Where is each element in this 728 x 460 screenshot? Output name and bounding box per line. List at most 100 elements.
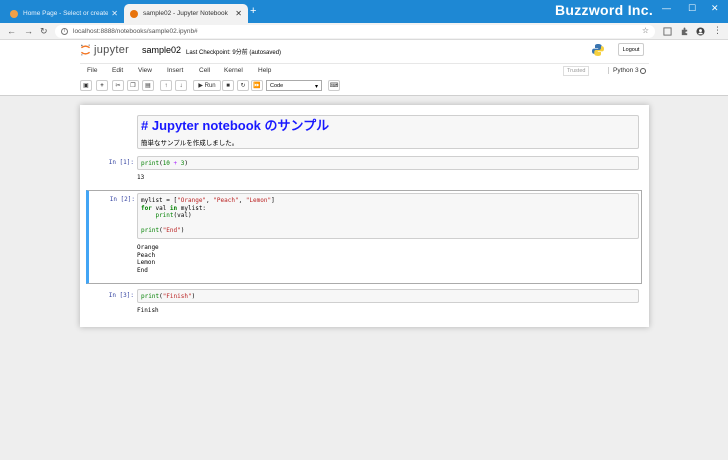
- bookmark-star-icon[interactable]: ☆: [642, 26, 649, 35]
- code-editor[interactable]: mylist = ["Orange", "Peach", "Lemon"] fo…: [137, 193, 639, 239]
- code-token: mylist: [141, 197, 163, 204]
- menu-edit[interactable]: Edit: [112, 67, 123, 74]
- brand-label: Buzzword Inc.: [555, 2, 654, 18]
- reload-icon[interactable]: ↻: [40, 26, 48, 36]
- code-cell-3[interactable]: In [3]: print("Finish") Finish: [87, 288, 641, 318]
- cell-output: Finish: [137, 307, 159, 314]
- jupyter-favicon-icon: [10, 9, 18, 18]
- scissors-icon: ✂: [115, 83, 121, 89]
- menu-file[interactable]: File: [87, 67, 97, 74]
- code-token: for: [141, 204, 152, 212]
- markdown-heading: # Jupyter notebook のサンプル: [141, 118, 330, 133]
- insert-cell-button[interactable]: +: [96, 80, 108, 91]
- tab-home-page[interactable]: Home Page - Select or create a n ✕: [4, 4, 124, 23]
- code-token: 10: [162, 160, 170, 167]
- code-token: ): [184, 160, 189, 167]
- menu-bar: File Edit View Insert Cell Kernel Help T…: [80, 63, 649, 76]
- menu-insert[interactable]: Insert: [167, 67, 183, 74]
- python-logo-icon: [592, 44, 604, 56]
- menu-view[interactable]: View: [138, 67, 152, 74]
- close-tab-icon[interactable]: ✕: [111, 9, 118, 18]
- paste-button[interactable]: ▤: [142, 80, 154, 91]
- code-token: print: [141, 227, 160, 234]
- profile-avatar-icon[interactable]: [696, 27, 705, 36]
- forward-arrow-icon[interactable]: →: [24, 26, 33, 36]
- cell-output: Orange Peach Lemon End: [137, 244, 159, 274]
- code-token: val: [151, 204, 170, 212]
- jupyter-logo-text: jupyter: [94, 44, 130, 56]
- jupyter-favicon-icon: [130, 9, 138, 18]
- menu-cell[interactable]: Cell: [199, 67, 210, 74]
- chevron-down-icon: ▾: [314, 84, 318, 90]
- input-prompt: In [2]:: [109, 196, 135, 203]
- code-token: print: [155, 212, 174, 219]
- jupyter-header: jupyter sample02 Last Checkpoint: 9分前 (a…: [0, 40, 728, 96]
- minimize-button[interactable]: —: [662, 3, 671, 13]
- cell-type-value: Code: [270, 82, 284, 89]
- logout-button[interactable]: Logout: [618, 43, 644, 56]
- jupyter-logo[interactable]: jupyter: [80, 44, 129, 56]
- trusted-badge[interactable]: Trusted: [563, 66, 590, 76]
- close-tab-icon[interactable]: ✕: [235, 9, 242, 18]
- run-button[interactable]: ▶ Run: [193, 80, 221, 91]
- code-cell-1[interactable]: In [1]: print(10 + 3) 13: [87, 155, 641, 185]
- copy-icon: ❐: [130, 83, 136, 89]
- restart-run-all-button[interactable]: ⏩: [251, 80, 263, 91]
- keyboard-icon: ⌨: [329, 83, 339, 89]
- maximize-button[interactable]: ☐: [688, 3, 696, 14]
- arrow-down-icon: ↓: [179, 82, 183, 89]
- code-token: print: [141, 160, 160, 167]
- code-cell-2[interactable]: In [2]: mylist = ["Orange", "Peach", "Le…: [86, 190, 642, 284]
- code-token: "Orange": [177, 197, 207, 204]
- jupyter-swirl-icon: [80, 44, 91, 56]
- back-arrow-icon[interactable]: ←: [7, 26, 16, 36]
- cell-type-select[interactable]: Code ▾: [266, 80, 322, 91]
- code-token: ]: [271, 197, 275, 204]
- notebook-toolbar: ▣ + ✂ ❐ ▤ ↑ ↓ ▶ Run ■ ↻ ⏩ Code ▾ ⌨: [80, 78, 649, 94]
- interrupt-button[interactable]: ■: [222, 80, 234, 91]
- move-up-button[interactable]: ↑: [160, 80, 172, 91]
- command-palette-button[interactable]: ⌨: [328, 80, 340, 91]
- code-token: = [: [162, 197, 178, 204]
- save-icon: ▣: [83, 83, 89, 89]
- input-prompt: In [1]:: [108, 159, 134, 166]
- code-token: "Lemon": [245, 197, 272, 204]
- code-token: "End": [162, 227, 181, 234]
- chrome-menu-icon[interactable]: ⋮: [713, 25, 722, 35]
- move-down-button[interactable]: ↓: [175, 80, 187, 91]
- save-button[interactable]: ▣: [80, 80, 92, 91]
- tab-title: Home Page - Select or create a n: [23, 10, 109, 17]
- kernel-name: Python 3: [608, 67, 639, 74]
- menu-kernel[interactable]: Kernel: [224, 67, 243, 74]
- tab-sample02[interactable]: sample02 - Jupyter Notebook ✕: [124, 4, 248, 23]
- extensions-puzzle-icon[interactable]: [680, 27, 689, 36]
- markdown-rendered[interactable]: # Jupyter notebook のサンプル 簡単なサンプルを作成しました。: [137, 115, 639, 149]
- code-token: print: [141, 293, 160, 300]
- url-field[interactable]: i localhost:8888/notebooks/sample02.ipyn…: [55, 25, 655, 38]
- site-info-icon[interactable]: i: [61, 28, 68, 35]
- menu-help[interactable]: Help: [258, 67, 271, 74]
- copy-button[interactable]: ❐: [127, 80, 139, 91]
- cell-output: 13: [137, 174, 145, 181]
- notebook-container: # Jupyter notebook のサンプル 簡単なサンプルを作成しました。…: [80, 105, 649, 327]
- restart-icon: ↻: [240, 83, 246, 89]
- markdown-cell[interactable]: # Jupyter notebook のサンプル 簡単なサンプルを作成しました。: [87, 114, 641, 150]
- code-editor[interactable]: print("Finish"): [137, 289, 639, 303]
- extension-app-icon[interactable]: [663, 27, 672, 36]
- close-window-button[interactable]: ✕: [711, 3, 719, 14]
- code-token: (val): [173, 212, 192, 219]
- new-tab-button[interactable]: +: [250, 6, 256, 17]
- code-token: +: [173, 160, 178, 167]
- notebook-name[interactable]: sample02: [142, 45, 181, 55]
- url-text: localhost:8888/notebooks/sample02.ipynb#: [73, 28, 198, 35]
- fast-forward-icon: ⏩: [253, 83, 261, 89]
- restart-button[interactable]: ↻: [237, 80, 249, 91]
- kernel-status-icon: [640, 68, 646, 74]
- code-editor[interactable]: print(10 + 3): [137, 156, 639, 170]
- plus-icon: +: [100, 82, 104, 89]
- paste-icon: ▤: [145, 83, 151, 89]
- code-token: "Finish": [162, 293, 192, 300]
- cut-button[interactable]: ✂: [112, 80, 124, 91]
- arrow-up-icon: ↑: [164, 82, 168, 89]
- tab-title: sample02 - Jupyter Notebook: [143, 10, 228, 17]
